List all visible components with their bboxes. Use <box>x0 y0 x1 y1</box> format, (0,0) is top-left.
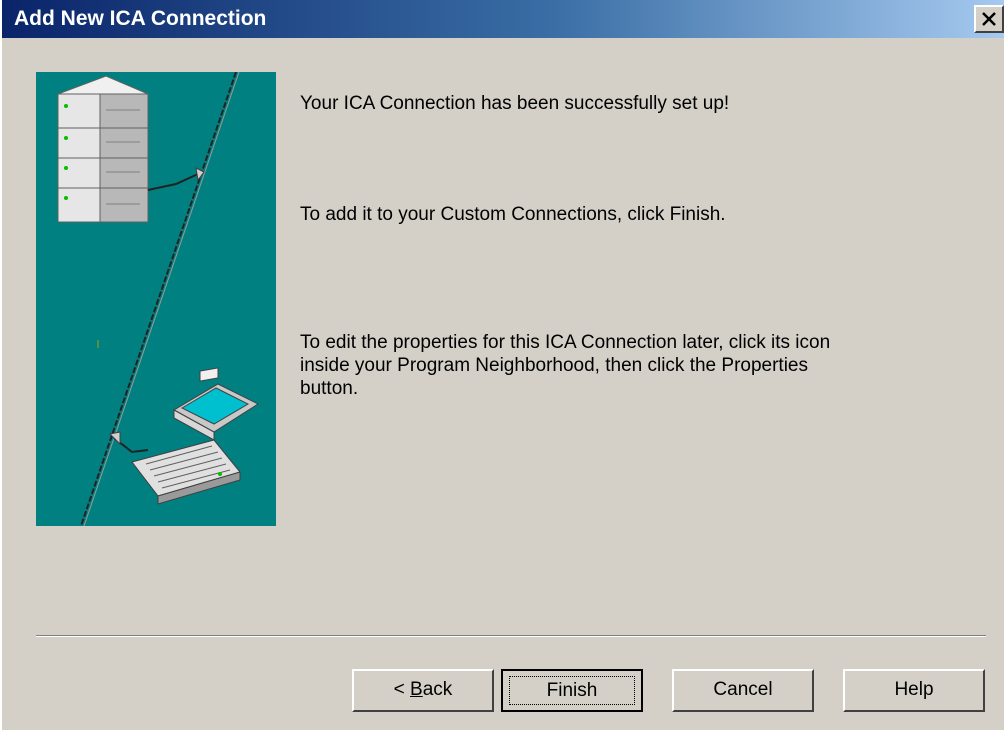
wizard-window: Add New ICA Connection Your ICA Connecti… <box>0 0 1004 730</box>
back-button-accesskey: B <box>410 679 423 700</box>
separator <box>36 635 986 637</box>
properties-instruction: To edit the properties for this ICA Conn… <box>300 332 831 399</box>
wizard-illustration <box>36 72 276 526</box>
finish-instruction: To add it to your Custom Connections, cl… <box>300 204 726 225</box>
close-button[interactable] <box>974 5 1004 33</box>
title-bar: Add New ICA Connection <box>2 0 1004 38</box>
close-icon <box>982 12 996 26</box>
back-button-rest: ack <box>422 679 453 700</box>
finish-button[interactable]: Finish <box>501 669 643 712</box>
finish-button-label: Finish <box>509 676 635 705</box>
back-button-prefix: < <box>393 679 411 700</box>
cancel-button[interactable]: Cancel <box>672 669 814 712</box>
help-button[interactable]: Help <box>843 669 985 712</box>
window-title: Add New ICA Connection <box>14 7 267 30</box>
success-message: Your ICA Connection has been successfull… <box>300 93 730 114</box>
back-button[interactable]: < Back <box>352 669 494 712</box>
